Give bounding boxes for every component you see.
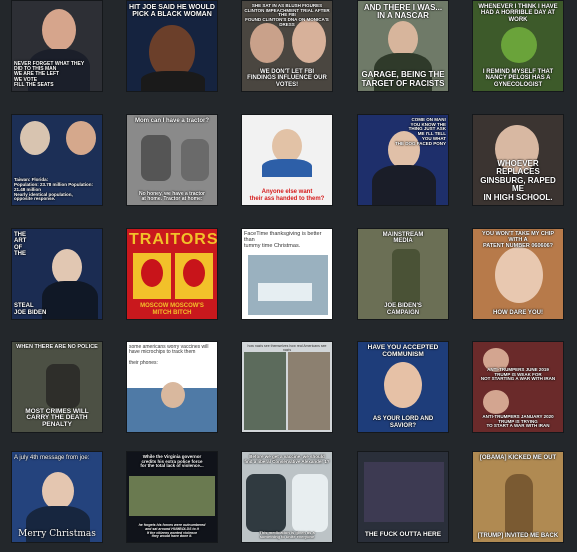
meme-top-text: While the Virginia governor credits his …: [140, 454, 204, 469]
meme-bottom-text: This medication is given as a something …: [259, 529, 315, 539]
kermit-face: [501, 27, 537, 63]
meme-top-text: TRAITORS: [129, 231, 218, 248]
meme-top-text: AND THERE I WAS... IN A NASCAR: [363, 3, 443, 21]
meme-bottom-text: [TRUMP] INVITED ME BACK: [477, 532, 559, 539]
portrait-face-bottom: [483, 390, 509, 414]
meme-bottom-text: STEAL JOE BIDEN: [14, 303, 47, 316]
portrait-face: [272, 129, 302, 163]
portrait-face: [42, 472, 74, 510]
meme-tile-13[interactable]: FaceTime thanksgiving is better than tum…: [241, 228, 333, 320]
meme-bottom-text: WE DON'T LET FBI FINDINGS INFLUENCE OUR …: [247, 69, 327, 88]
meme-bottom-text: No honey, we have a tractor at home. Tra…: [138, 190, 206, 202]
meme-tile-18[interactable]: how nazis see themselves how real Americ…: [241, 341, 333, 433]
portrait-face: [42, 9, 76, 51]
portrait-face-left: [250, 23, 284, 63]
meme-top-text: some americans worry vaccines will have …: [129, 344, 209, 366]
meme-top-text: Before we get a vaccine, we should find …: [244, 454, 330, 464]
portrait-face-right: [183, 259, 205, 287]
meme-top-text: SHE SAT IN AS BLUSH FIGURES CLINTON IMPE…: [244, 3, 330, 27]
photo-left: [244, 352, 286, 430]
photo-figure: [181, 139, 209, 181]
meme-top-text: how nazis see themselves how real Americ…: [247, 344, 327, 352]
meme-bottom-text: JOE BIDEN'S CAMPAIGN: [384, 303, 422, 316]
meme-tile-22[interactable]: While the Virginia governor credits his …: [126, 451, 218, 543]
photo-scene: [364, 462, 444, 522]
photo-figure: [292, 474, 328, 532]
meme-tile-3[interactable]: SHE SAT IN AS BLUSH FIGURES CLINTON IMPE…: [241, 0, 333, 92]
meme-top-text: HIT JOE SAID HE WOULD PICK A BLACK WOMAN: [129, 4, 215, 19]
meme-tile-8[interactable]: Anyone else want their ass handed to the…: [241, 114, 333, 206]
meme-tile-14[interactable]: MAINSTREAM MEDIA JOE BIDEN'S CAMPAIGN: [357, 228, 449, 320]
meme-bottom-text: Taiwan: Florida: Population: 23.78 milli…: [14, 177, 94, 202]
meme-tile-21[interactable]: A july 4th message from joe: Merry Chris…: [11, 451, 103, 543]
crowd-photo: [129, 476, 215, 516]
hospital-bed: [258, 283, 312, 301]
meme-bottom-text: MOSCOW MOSCOW'S MITCH BITCH: [140, 303, 204, 316]
meme-tile-16[interactable]: WHEN THERE ARE NO POLICE MOST CRIMES WIL…: [11, 341, 103, 433]
meme-top-text: FaceTime thanksgiving is better than tum…: [244, 231, 322, 249]
portrait-face-left: [20, 121, 50, 155]
portrait-body: [141, 71, 205, 91]
meme-tile-25[interactable]: [OBAMA] KICKED ME OUT [TRUMP] INVITED ME…: [472, 451, 564, 543]
meme-tile-23[interactable]: Before we get a vaccine, we should find …: [241, 451, 333, 543]
meme-top-text: A july 4th message from joe:: [14, 455, 90, 461]
portrait-face-left: [141, 259, 163, 287]
meme-bottom-text: AS YOUR LORD AND SAVIOR?: [372, 416, 434, 429]
portrait-face: [388, 21, 418, 57]
portrait-face: [161, 382, 185, 408]
meme-top-text: Mom can I have a tractor?: [134, 118, 210, 124]
portrait-face: [384, 362, 422, 408]
meme-bottom-text: GARAGE, BEING THE TARGET OF RACISTS: [361, 70, 445, 88]
meme-tile-12[interactable]: TRAITORS MOSCOW MOSCOW'S MITCH BITCH: [126, 228, 218, 320]
meme-top-text: THE ART OF THE: [14, 232, 27, 257]
meme-tile-11[interactable]: THE ART OF THE STEAL JOE BIDEN: [11, 228, 103, 320]
meme-bottom-text: Merry Christmas: [18, 528, 96, 539]
meme-bottom-text: ANTI-TRUMPERS JANUARY 2020 TRUMP IS TRYI…: [482, 413, 554, 429]
photo-figure: [141, 135, 171, 181]
meme-bottom-text: THE FUCK OUTTA HERE: [364, 531, 442, 539]
meme-grid: NEVER FORGET WHAT THEY DID TO THIS MAN W…: [0, 0, 577, 552]
meme-bottom-text: HOW DARE YOU!: [493, 309, 543, 316]
meme-bottom-text: WHOEVER REPLACES GINSBURG, RAPED ME IN H…: [480, 159, 556, 202]
jesus-figure: [505, 474, 533, 534]
meme-tile-4[interactable]: AND THERE I WAS... IN A NASCAR GARAGE, B…: [357, 0, 449, 92]
meme-tile-5[interactable]: WHENEVER I THINK I HAVE HAD A HORRIBLE D…: [472, 0, 564, 92]
meme-top-text: HAVE YOU ACCEPTED COMMUNISM: [367, 344, 439, 358]
photo-figure: [246, 474, 286, 532]
meme-tile-9[interactable]: COME ON MAN! YOU KNOW THE THING JUST ASK…: [357, 114, 449, 206]
meme-tile-1[interactable]: NEVER FORGET WHAT THEY DID TO THIS MAN W…: [11, 0, 103, 92]
meme-top-text: WHEN THERE ARE NO POLICE: [16, 344, 98, 350]
portrait-body: [262, 159, 312, 177]
photo-right: [288, 352, 330, 430]
meme-tile-24[interactable]: THE FUCK OUTTA HERE: [357, 451, 449, 543]
portrait-face-right: [66, 121, 96, 155]
meme-top-text: MAINSTREAM MEDIA: [382, 232, 424, 245]
meme-tile-19[interactable]: HAVE YOU ACCEPTED COMMUNISM AS YOUR LORD…: [357, 341, 449, 433]
meme-tile-2[interactable]: HIT JOE SAID HE WOULD PICK A BLACK WOMAN: [126, 0, 218, 92]
meme-top-text: [OBAMA] KICKED ME OUT: [479, 455, 557, 461]
meme-bottom-text: I REMIND MYSELF THAT NANCY PELOSI HAS A …: [482, 69, 554, 88]
meme-bottom-text: NEVER FORGET WHAT THEY DID TO THIS MAN W…: [14, 60, 85, 88]
photo-figure: [46, 364, 80, 408]
meme-bottom-text: Anyone else want their ass handed to the…: [249, 189, 325, 202]
meme-tile-20[interactable]: ANTI-TRUMPERS JUNE 2019 TRUMP IS WEAK FO…: [472, 341, 564, 433]
meme-bottom-text: he forgets his forces were outnumbered a…: [138, 523, 206, 539]
portrait-suit: [372, 165, 436, 205]
portrait-face: [495, 247, 543, 303]
meme-tile-10[interactable]: WHOEVER REPLACES GINSBURG, RAPED ME IN H…: [472, 114, 564, 206]
meme-tile-15[interactable]: YOU WON'T TAKE MY CHIP WITH A PATENT NUM…: [472, 228, 564, 320]
meme-tile-7[interactable]: Mom can I have a tractor? No honey, we h…: [126, 114, 218, 206]
meme-tile-17[interactable]: some americans worry vaccines will have …: [126, 341, 218, 433]
soldier-figure: [392, 249, 420, 305]
meme-tile-6[interactable]: Taiwan: Florida: Population: 23.78 milli…: [11, 114, 103, 206]
meme-top-text: WHENEVER I THINK I HAVE HAD A HORRIBLE D…: [478, 4, 558, 23]
meme-top-text: COME ON MAN! YOU KNOW THE THING JUST ASK…: [394, 117, 446, 146]
meme-top-text: ANTI-TRUMPERS JUNE 2019 TRUMP IS WEAK FO…: [480, 367, 556, 382]
meme-top-text: YOU WON'T TAKE MY CHIP WITH A PATENT NUM…: [482, 231, 554, 249]
meme-bottom-text: MOST CRIMES WILL CARRY THE DEATH PENALTY: [25, 407, 89, 429]
